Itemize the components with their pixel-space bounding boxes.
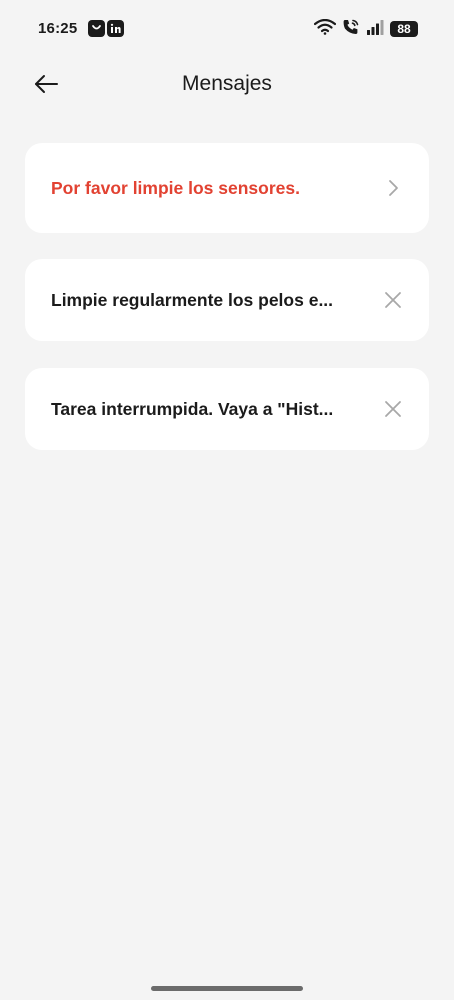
page-title: Mensajes [182, 72, 272, 95]
chevron-right-icon [381, 176, 405, 200]
message-card[interactable]: Por favor limpie los sensores. [25, 143, 429, 233]
battery-icon: 88 [390, 21, 418, 37]
message-card[interactable]: Limpie regularmente los pelos e... [25, 259, 429, 341]
app-header: Mensajes [0, 58, 454, 114]
messages-screen: 16:25 88 Mensajes Por favor limpie los s… [0, 0, 454, 1000]
status-time: 16:25 [38, 20, 78, 37]
message-text: Limpie regularmente los pelos e... [51, 289, 334, 310]
status-icons: 88 [313, 18, 418, 41]
status-bar: 16:25 88 [0, 0, 454, 58]
home-indicator[interactable] [151, 986, 303, 991]
message-text: Por favor limpie los sensores. [51, 177, 300, 198]
wifi-calling-icon [342, 18, 360, 41]
app-notification-icon [88, 20, 105, 37]
wifi-icon [313, 18, 337, 40]
signal-icon [366, 19, 384, 40]
close-icon[interactable] [381, 397, 405, 421]
close-icon[interactable] [381, 288, 405, 312]
message-card[interactable]: Tarea interrumpida. Vaya a "Hist... [25, 368, 429, 450]
linkedin-icon [107, 20, 124, 37]
message-text: Tarea interrumpida. Vaya a "Hist... [51, 398, 334, 419]
